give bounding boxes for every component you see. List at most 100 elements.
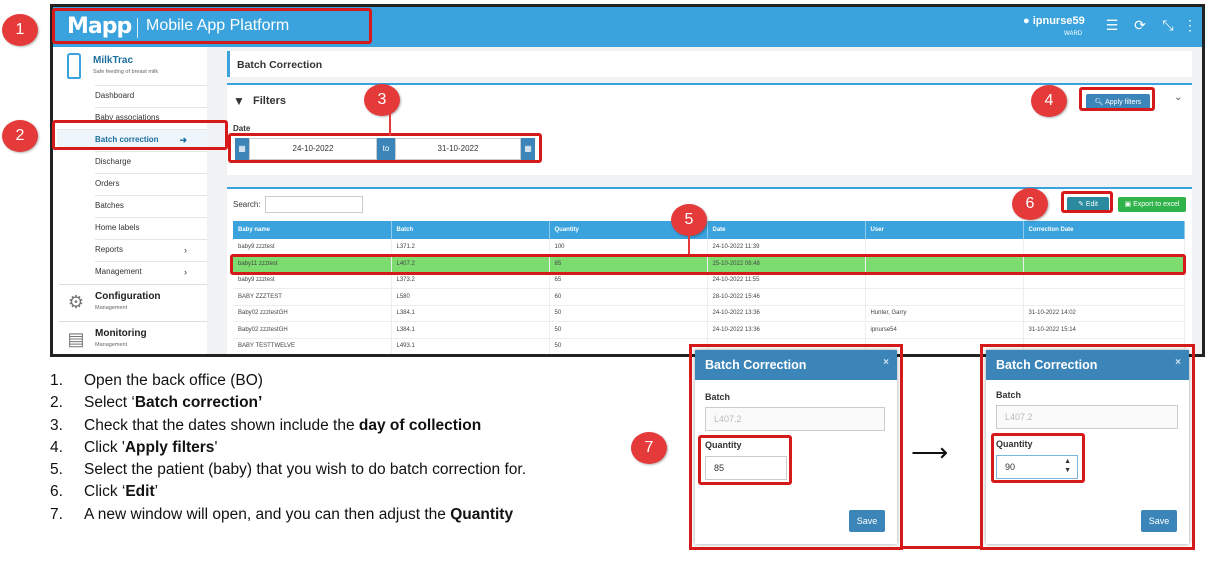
app-name: MilkTrac bbox=[93, 55, 134, 66]
step-text: Select ‘Batch correction’ bbox=[84, 394, 262, 416]
user-icon: ● bbox=[1023, 15, 1030, 27]
gear-icon: ⚙ bbox=[67, 292, 85, 312]
step-fragment: Check that the dates shown include the bbox=[84, 416, 359, 434]
sidebar-item-dashboard[interactable]: Dashboard bbox=[95, 85, 207, 105]
step-number: 5. bbox=[50, 461, 63, 479]
step-text: Select the patient (baby) that you wish … bbox=[84, 461, 526, 483]
step-fragment: Open the back office (BO) bbox=[84, 372, 263, 389]
sidebar-item-home-labels[interactable]: Home labels bbox=[95, 217, 207, 237]
column-header[interactable]: User bbox=[865, 221, 1024, 239]
instruction-list: 1. Open the back office (BO) 2. Select ‘Bat… bbox=[50, 372, 526, 528]
step-badge: 4 bbox=[1031, 85, 1067, 117]
step-badge: 7 bbox=[631, 432, 667, 464]
step-emphasis: Batch correction’ bbox=[134, 394, 263, 412]
step-fragment: Click ‘ bbox=[84, 483, 126, 501]
highlight-selected-row bbox=[230, 254, 1186, 275]
table-row[interactable]: Baby02 zzztestGH L384.1 50 24-10-2022 13:36… bbox=[233, 321, 1185, 339]
date-label: Date bbox=[233, 124, 251, 133]
save-button[interactable]: Save bbox=[1141, 510, 1177, 532]
highlight-date-range bbox=[228, 133, 542, 163]
badge-pointer bbox=[389, 114, 391, 136]
highlight-quantity-before bbox=[698, 435, 792, 485]
sidebar-item-batches[interactable]: Batches bbox=[95, 195, 207, 215]
instruction-step: 1. Open the back office (BO) bbox=[50, 372, 526, 394]
instruction-step: 4. Click 'Apply filters' bbox=[50, 439, 526, 461]
step-emphasis: Edit bbox=[125, 483, 155, 501]
page-title-bar bbox=[227, 51, 1192, 77]
more-vertical-icon[interactable]: ⋮ bbox=[1181, 17, 1199, 34]
step-number: 4. bbox=[50, 438, 63, 456]
sidebar-section-monitoring[interactable]: ▤ Monitoring Management bbox=[59, 321, 207, 354]
connector-line bbox=[903, 546, 983, 549]
table-row[interactable]: BABY ZZZTEST L580 60 28-10-2022 15:46 bbox=[233, 288, 1185, 306]
excel-icon: ▣ bbox=[1124, 201, 1134, 208]
step-text: Check that the dates shown include the d… bbox=[84, 417, 481, 439]
export-excel-button[interactable]: ▣ Export to excel bbox=[1118, 197, 1186, 212]
sidebar: MilkTrac Safe feeding of breast milk Das… bbox=[53, 47, 207, 354]
save-button[interactable]: Save bbox=[849, 510, 885, 532]
search-label: Search: bbox=[233, 200, 261, 209]
user-role: WARD bbox=[1064, 31, 1083, 37]
username: ipnurse59 bbox=[1032, 15, 1085, 27]
step-badge: 6 bbox=[1012, 188, 1048, 220]
highlight-apply-filters bbox=[1079, 87, 1155, 111]
instruction-step: 7. A new window will open, and you can th… bbox=[50, 506, 526, 528]
menu-icon[interactable]: ☰ bbox=[1103, 17, 1121, 34]
batch-label: Batch bbox=[996, 390, 1022, 400]
sidebar-item-management[interactable]: Management › bbox=[95, 261, 207, 281]
sidebar-item-orders[interactable]: Orders bbox=[95, 173, 207, 193]
instruction-step: 6. Click ‘Edit’ bbox=[50, 483, 526, 505]
arrow-right-icon: ⟶ bbox=[911, 437, 949, 467]
chevron-right-icon: › bbox=[184, 245, 187, 255]
highlight-logo bbox=[52, 8, 372, 44]
step-badge: 2 bbox=[2, 120, 38, 152]
refresh-icon[interactable]: ⟳ bbox=[1131, 17, 1149, 34]
filter-icon: ▼ bbox=[233, 94, 245, 108]
milk-bottle-icon bbox=[67, 53, 81, 79]
dialog-header: Batch Correction × bbox=[986, 350, 1189, 380]
step-number: 6. bbox=[50, 483, 63, 501]
page-title: Batch Correction bbox=[237, 59, 323, 71]
step-fragment: ’ bbox=[154, 483, 159, 501]
instruction-step: 3. Check that the dates shown include the… bbox=[50, 417, 526, 439]
table-row[interactable]: Baby02 zzztestGH L384.1 50 24-10-2022 13:36… bbox=[233, 305, 1185, 322]
column-header[interactable]: Correction Date bbox=[1023, 221, 1185, 239]
monitor-chart-icon: ▤ bbox=[67, 329, 85, 349]
chevron-right-icon: › bbox=[184, 267, 187, 277]
app-screenshot: Mapp Mobile App Platform ● ipnurse59 WAR… bbox=[50, 4, 1205, 357]
sidebar-item-discharge[interactable]: Discharge bbox=[95, 151, 207, 171]
fullscreen-icon[interactable]: ⤡ bbox=[1159, 17, 1177, 34]
collapse-chevron-icon[interactable]: ⌄ bbox=[1174, 92, 1182, 103]
app-subtitle: Safe feeding of breast milk bbox=[93, 69, 159, 75]
column-header[interactable]: Batch bbox=[391, 221, 550, 239]
step-emphasis: day of collection bbox=[358, 416, 482, 434]
step-badge: 3 bbox=[364, 84, 400, 116]
step-number: 1. bbox=[50, 372, 63, 389]
step-text: Click ‘Edit’ bbox=[84, 483, 158, 505]
column-header[interactable]: Date bbox=[707, 221, 866, 239]
step-fragment: Click ' bbox=[84, 438, 125, 456]
step-number: 7. bbox=[50, 505, 63, 523]
column-header[interactable]: Baby name bbox=[233, 221, 392, 239]
step-fragment: ' bbox=[214, 438, 218, 456]
close-icon[interactable]: × bbox=[1175, 357, 1181, 368]
step-fragment: Select ‘ bbox=[84, 394, 135, 412]
step-text: A new window will open, and you can then… bbox=[84, 506, 513, 528]
step-number: 2. bbox=[50, 394, 63, 412]
instruction-step: 2. Select ‘Batch correction’ bbox=[50, 394, 526, 416]
batch-field: L407.2 bbox=[705, 407, 885, 431]
instruction-step: 5. Select the patient (baby) that you wis… bbox=[50, 461, 526, 483]
sidebar-item-reports[interactable]: Reports › bbox=[95, 239, 207, 259]
batch-table: Baby name Batch Quantity Date User Corre… bbox=[233, 221, 1185, 354]
batch-field: L407.2 bbox=[996, 405, 1178, 429]
user-menu[interactable]: ● ipnurse59 bbox=[1023, 15, 1085, 27]
close-icon[interactable]: × bbox=[883, 357, 889, 368]
step-fragment: Select the patient (baby) that you wish … bbox=[84, 461, 526, 479]
step-number: 3. bbox=[50, 416, 63, 434]
step-text: Click 'Apply filters' bbox=[84, 439, 217, 461]
sidebar-section-configuration[interactable]: ⚙ Configuration Management bbox=[59, 284, 207, 319]
filters-title: Filters bbox=[253, 95, 287, 107]
search-input[interactable] bbox=[265, 196, 363, 213]
badge-pointer bbox=[688, 234, 690, 254]
batch-label: Batch bbox=[705, 392, 731, 402]
